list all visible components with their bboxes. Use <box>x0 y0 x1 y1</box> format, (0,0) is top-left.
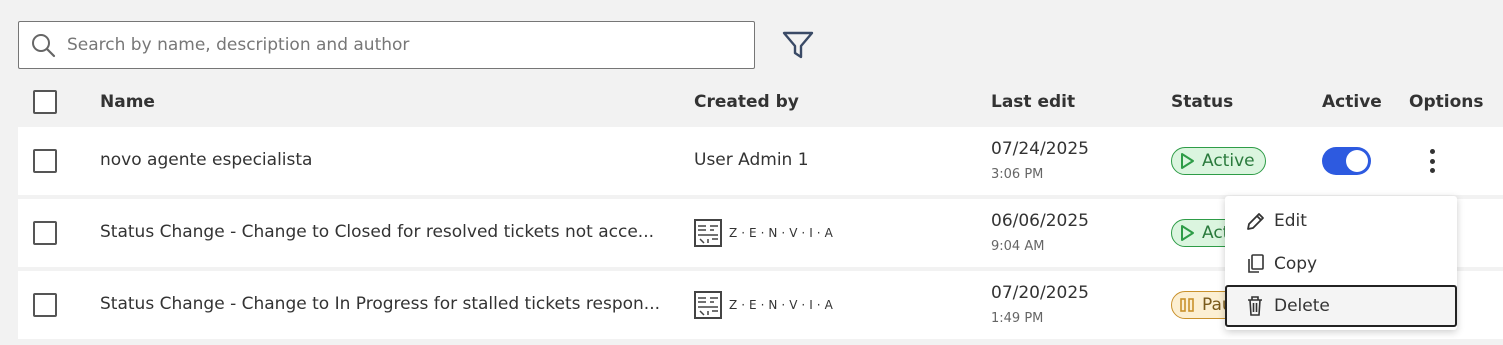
search-input[interactable] <box>67 35 707 55</box>
row-date: 07/24/2025 <box>991 139 1089 159</box>
copy-icon <box>1248 254 1264 273</box>
row-name: Status Change - Change to Closed for res… <box>100 222 655 242</box>
row-name: Status Change - Change to In Progress fo… <box>100 294 660 314</box>
header-name[interactable]: Name <box>100 92 155 112</box>
active-toggle[interactable] <box>1322 147 1371 175</box>
select-all-checkbox[interactable] <box>33 90 57 114</box>
zenvia-wordmark: Z·E·N·V·I·A <box>729 226 837 240</box>
row-checkbox[interactable] <box>33 221 57 245</box>
zenvia-logo-icon <box>694 219 722 247</box>
zenvia-logo-icon <box>694 291 722 319</box>
menu-item-label: Delete <box>1274 296 1330 316</box>
row-time: 9:04 AM <box>991 239 1045 254</box>
play-icon <box>1181 153 1194 169</box>
row-time: 1:49 PM <box>991 311 1044 326</box>
row-name: novo agente especialista <box>100 150 313 170</box>
menu-item-copy[interactable]: Copy <box>1225 243 1457 285</box>
trash-icon <box>1248 296 1262 316</box>
row-date: 07/20/2025 <box>991 283 1089 303</box>
menu-item-label: Copy <box>1274 254 1318 274</box>
pencil-icon <box>1247 213 1264 230</box>
menu-item-delete[interactable]: Delete <box>1225 285 1457 327</box>
header-last-edit[interactable]: Last edit <box>991 92 1075 112</box>
status-badge: Active <box>1171 147 1266 175</box>
row-date: 06/06/2025 <box>991 211 1089 231</box>
filter-icon[interactable] <box>782 30 814 60</box>
status-label: Active <box>1202 151 1255 171</box>
header-options: Options <box>1409 92 1484 112</box>
header-status[interactable]: Status <box>1171 92 1233 112</box>
menu-item-edit[interactable]: Edit <box>1225 200 1457 242</box>
toggle-knob <box>1346 150 1368 172</box>
header-created-by[interactable]: Created by <box>694 92 799 112</box>
row-created-by: User Admin 1 <box>694 150 809 170</box>
zenvia-wordmark: Z·E·N·V·I·A <box>729 298 837 312</box>
pause-icon <box>1180 298 1194 312</box>
table-header: Name Created by Last edit Status Active … <box>0 78 1503 126</box>
zenvia-author: Z·E·N·V·I·A <box>694 291 837 319</box>
table-row[interactable]: novo agente especialista User Admin 1 07… <box>18 127 1503 195</box>
search-box[interactable] <box>18 21 755 69</box>
play-icon <box>1181 225 1194 241</box>
header-active[interactable]: Active <box>1322 92 1382 112</box>
menu-item-label: Edit <box>1274 211 1307 231</box>
search-icon <box>32 34 56 58</box>
options-menu-icon[interactable] <box>1424 147 1440 175</box>
row-checkbox[interactable] <box>33 149 57 173</box>
zenvia-author: Z·E·N·V·I·A <box>694 219 837 247</box>
row-time: 3:06 PM <box>991 167 1044 182</box>
row-checkbox[interactable] <box>33 293 57 317</box>
options-dropdown-menu: Edit Copy Delete <box>1225 196 1457 330</box>
